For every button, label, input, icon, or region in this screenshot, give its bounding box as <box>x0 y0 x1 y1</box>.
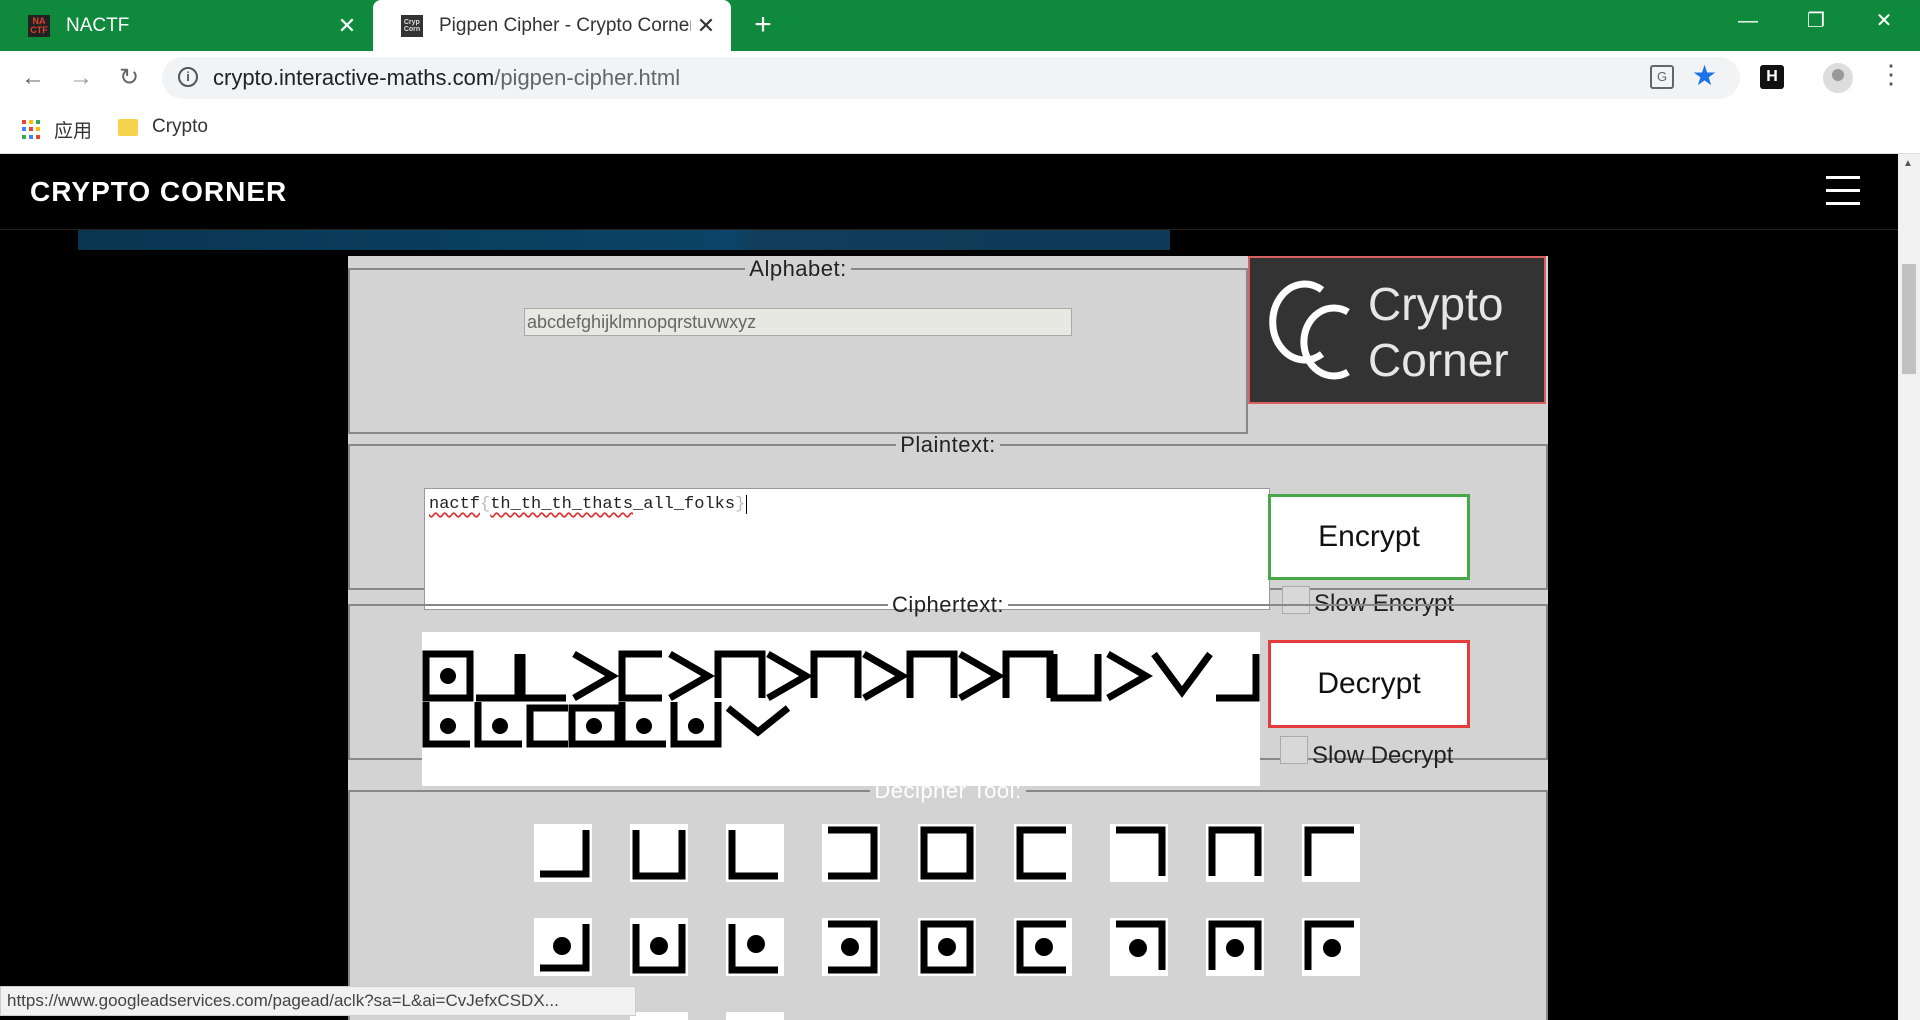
extension-h-icon[interactable]: H <box>1760 65 1784 89</box>
pigpen-key-q[interactable] <box>1206 918 1264 976</box>
pigpen-key-g[interactable] <box>1110 824 1168 882</box>
nactf-favicon-icon: NA CTF <box>28 14 50 37</box>
alphabet-fieldset: Alphabet: <box>348 256 1248 434</box>
decipher-tool-fieldset: Decipher Tool: <box>348 778 1548 1020</box>
encrypt-button[interactable]: Encrypt <box>1268 494 1470 580</box>
bookmarks-bar: 应用 Crypto <box>0 106 1920 154</box>
bookmark-apps[interactable]: 应用 <box>22 116 92 143</box>
plaintext-segment: { <box>480 495 491 514</box>
logo-line-2: Corner <box>1368 334 1509 386</box>
crypto-corner-logo: Crypto Corner <box>1248 256 1546 404</box>
bookmark-star-icon[interactable]: ★ <box>1692 59 1717 92</box>
back-button[interactable]: ← <box>16 61 50 95</box>
alphabet-legend: Alphabet: <box>749 256 847 281</box>
close-icon[interactable]: ✕ <box>332 13 362 39</box>
link-status-bar: https://www.googleadservices.com/pagead/… <box>0 986 636 1016</box>
url-text[interactable]: crypto.interactive-maths.com/pigpen-ciph… <box>213 65 680 91</box>
ad-banner[interactable] <box>78 230 1170 250</box>
pigpen-key-partial[interactable] <box>726 1012 784 1020</box>
pigpen-key-p[interactable] <box>1110 918 1168 976</box>
bookmark-label: Crypto <box>152 116 208 137</box>
pigpen-key-i[interactable] <box>1302 824 1360 882</box>
text-cursor <box>746 495 748 514</box>
pigpen-ciphertext-glyphs <box>422 650 1260 748</box>
apps-icon <box>22 119 42 140</box>
pigpen-key-d[interactable] <box>822 824 880 882</box>
close-icon[interactable]: ✕ <box>691 13 721 39</box>
pigpen-key-a[interactable] <box>534 824 592 882</box>
plaintext-segment: _all_folks <box>633 495 736 514</box>
pigpen-key-r[interactable] <box>1302 918 1360 976</box>
alphabet-input[interactable] <box>524 308 1072 336</box>
pigpen-key-partial[interactable] <box>630 1012 688 1020</box>
address-bar[interactable]: i crypto.interactive-maths.com/pigpen-ci… <box>162 57 1740 99</box>
folder-icon <box>118 118 138 136</box>
pigpen-tool-panel: Alphabet: Crypto Corner Plaintext: nactf… <box>348 256 1548 1020</box>
pigpen-key-c[interactable] <box>726 824 784 882</box>
pigpen-key-f[interactable] <box>1014 824 1072 882</box>
page-viewport: CRYPTO CORNER Alphabet: Crypto Corner Pl… <box>0 154 1898 1020</box>
pigpen-key-o[interactable] <box>1014 918 1072 976</box>
browser-menu-icon[interactable]: ⋮ <box>1878 59 1904 90</box>
ciphertext-output[interactable] <box>422 632 1260 786</box>
bookmark-label: 应用 <box>54 121 93 142</box>
pigpen-key-j[interactable] <box>534 918 592 976</box>
logo-line-1: Crypto <box>1368 278 1504 330</box>
close-window-button[interactable]: ✕ <box>1850 0 1918 42</box>
plaintext-segment: th_th_th_thats <box>490 495 634 514</box>
tab-pigpen[interactable]: Cryp Corn Pigpen Cipher - Crypto Corner ✕ <box>373 0 731 51</box>
restore-button[interactable]: ❐ <box>1782 0 1850 42</box>
pigpen-key-e[interactable] <box>918 824 976 882</box>
site-brand[interactable]: CRYPTO CORNER <box>30 176 287 208</box>
tab-title: NACTF <box>66 14 130 36</box>
browser-toolbar: ← → ↻ i crypto.interactive-maths.com/pig… <box>0 51 1920 106</box>
ciphertext-fieldset: Ciphertext: Decrypt Slow Decrypt <box>348 592 1548 786</box>
crypto-corner-favicon-icon: Cryp Corn <box>401 14 423 37</box>
scrollbar-thumb[interactable] <box>1902 264 1916 374</box>
reload-button[interactable]: ↻ <box>112 61 146 95</box>
plaintext-legend: Plaintext: <box>900 432 996 457</box>
page-scrollbar[interactable]: ▲ <box>1898 154 1920 1020</box>
pigpen-key-m[interactable] <box>822 918 880 976</box>
pigpen-key-h[interactable] <box>1206 824 1264 882</box>
site-header: CRYPTO CORNER <box>0 154 1898 230</box>
hamburger-menu-icon[interactable] <box>1826 176 1860 206</box>
slow-decrypt-checkbox[interactable] <box>1280 736 1308 764</box>
plaintext-segment: } <box>735 495 746 514</box>
decipher-tool-legend: Decipher Tool: <box>874 778 1022 803</box>
forward-button[interactable]: → <box>64 61 98 95</box>
bookmark-crypto[interactable]: Crypto <box>118 116 208 138</box>
url-path: /pigpen-cipher.html <box>494 65 681 90</box>
decrypt-button[interactable]: Decrypt <box>1268 640 1470 728</box>
scroll-up-arrow-icon[interactable]: ▲ <box>1903 158 1913 169</box>
ciphertext-legend: Ciphertext: <box>892 592 1004 617</box>
tab-title: Pigpen Cipher - Crypto Corner <box>439 14 691 36</box>
info-icon[interactable]: i <box>178 67 198 87</box>
url-host: crypto.interactive-maths.com <box>213 65 495 90</box>
pigpen-key-b[interactable] <box>630 824 688 882</box>
pigpen-key-l[interactable] <box>726 918 784 976</box>
slow-decrypt-label: Slow Decrypt <box>1312 742 1454 769</box>
tab-nactf[interactable]: NA CTF NACTF ✕ <box>0 0 372 51</box>
cc-logo-icon <box>1269 280 1350 380</box>
pigpen-key-k[interactable] <box>630 918 688 976</box>
new-tab-button[interactable]: + <box>748 8 778 42</box>
profile-avatar-icon[interactable] <box>1823 63 1853 93</box>
logo-text: Crypto Corner <box>1368 276 1509 388</box>
pigpen-key-n[interactable] <box>918 918 976 976</box>
translate-icon[interactable]: G <box>1650 65 1674 89</box>
plaintext-fieldset: Plaintext: nactf{th_th_th_thats_all_folk… <box>348 432 1548 617</box>
browser-tab-bar: NA CTF NACTF ✕ Cryp Corn Pigpen Cipher - C… <box>0 0 1920 51</box>
plaintext-segment: nactf <box>429 495 481 514</box>
minimize-button[interactable]: — <box>1714 0 1782 42</box>
